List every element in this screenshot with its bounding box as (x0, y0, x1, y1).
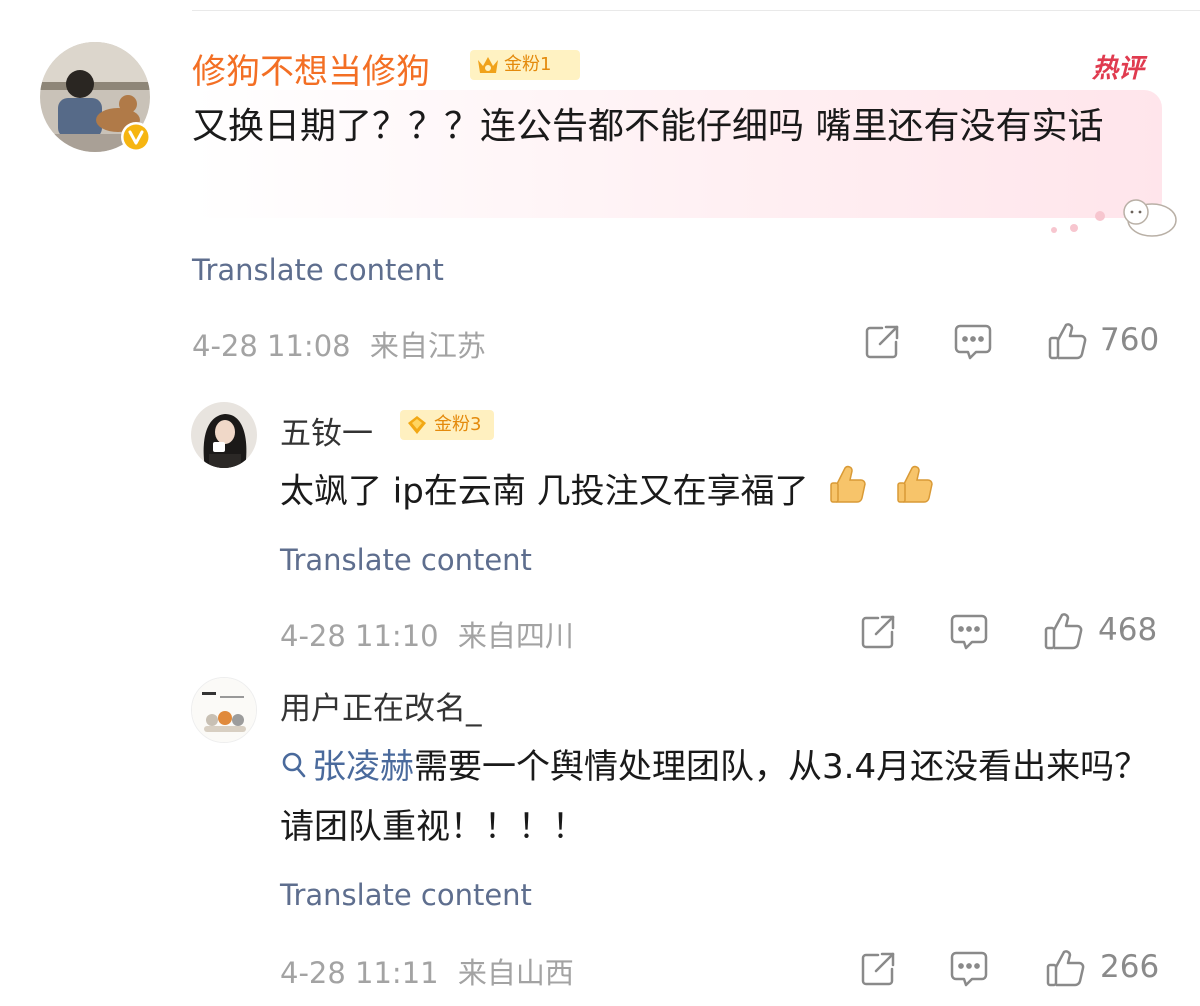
hot-comment-tag: 热评 (1092, 54, 1145, 84)
translate-link[interactable]: Translate content (280, 543, 532, 577)
translate-link[interactable]: Translate content (280, 878, 532, 912)
timestamp: 4-28 11:08 (192, 329, 351, 363)
location: 来自江苏 (369, 329, 486, 363)
badge-label: 金粉3 (434, 414, 482, 435)
search-icon (280, 740, 308, 798)
comment-icon[interactable] (952, 322, 994, 362)
crown-icon (476, 54, 500, 86)
cat-sticker-icon (1044, 194, 1180, 242)
thumbs-up-emoji-icon (896, 462, 936, 524)
timestamp: 4-28 11:11 (280, 956, 439, 990)
comment-icon[interactable] (948, 949, 990, 989)
username[interactable]: 用户正在改名_ (280, 683, 482, 728)
comment-text: 太飒了 ip在云南 几投注又在享福了 (280, 462, 1160, 524)
share-icon[interactable] (862, 322, 902, 362)
share-icon[interactable] (858, 612, 898, 652)
thumbs-up-icon[interactable] (1046, 320, 1088, 362)
comment-text: 又换日期了？？？连公告都不能仔细吗 嘴里还有没有实话 (192, 106, 1104, 147)
share-icon[interactable] (858, 949, 898, 989)
comment-meta: 4-28 11:10 来自四川 (280, 613, 574, 655)
comment-meta: 4-28 11:08 来自江苏 (192, 323, 486, 365)
location: 来自四川 (457, 619, 574, 653)
like-count: 266 (1100, 949, 1160, 985)
fan-badge: 金粉1 (470, 50, 580, 80)
username[interactable]: 修狗不想当修狗 (192, 44, 430, 93)
thumbs-up-icon[interactable] (1042, 610, 1084, 652)
thumbs-up-icon[interactable] (1044, 947, 1086, 989)
username[interactable]: 五钕一 (280, 408, 373, 453)
avatar[interactable] (191, 402, 257, 468)
thumbs-up-emoji-icon (829, 462, 869, 524)
fan-badge: 金粉3 (400, 410, 494, 440)
comment-text: 张凌赫需要一个舆情处理团队，从3.4月还没看出来吗？请团队重视！！！！ (280, 738, 1170, 856)
gem-icon (406, 414, 428, 446)
translate-link[interactable]: Translate content (192, 253, 444, 287)
comment-meta: 4-28 11:11 来自山西 (280, 950, 574, 992)
like-count: 760 (1100, 322, 1160, 358)
location: 来自山西 (457, 956, 574, 990)
avatar[interactable] (191, 677, 257, 743)
verified-v-icon (120, 121, 152, 153)
mention-link[interactable]: 张凌赫 (280, 747, 414, 787)
badge-label: 金粉1 (504, 54, 552, 75)
comment-icon[interactable] (948, 612, 990, 652)
like-count: 468 (1098, 612, 1158, 648)
top-divider (192, 10, 1200, 11)
timestamp: 4-28 11:10 (280, 619, 439, 653)
